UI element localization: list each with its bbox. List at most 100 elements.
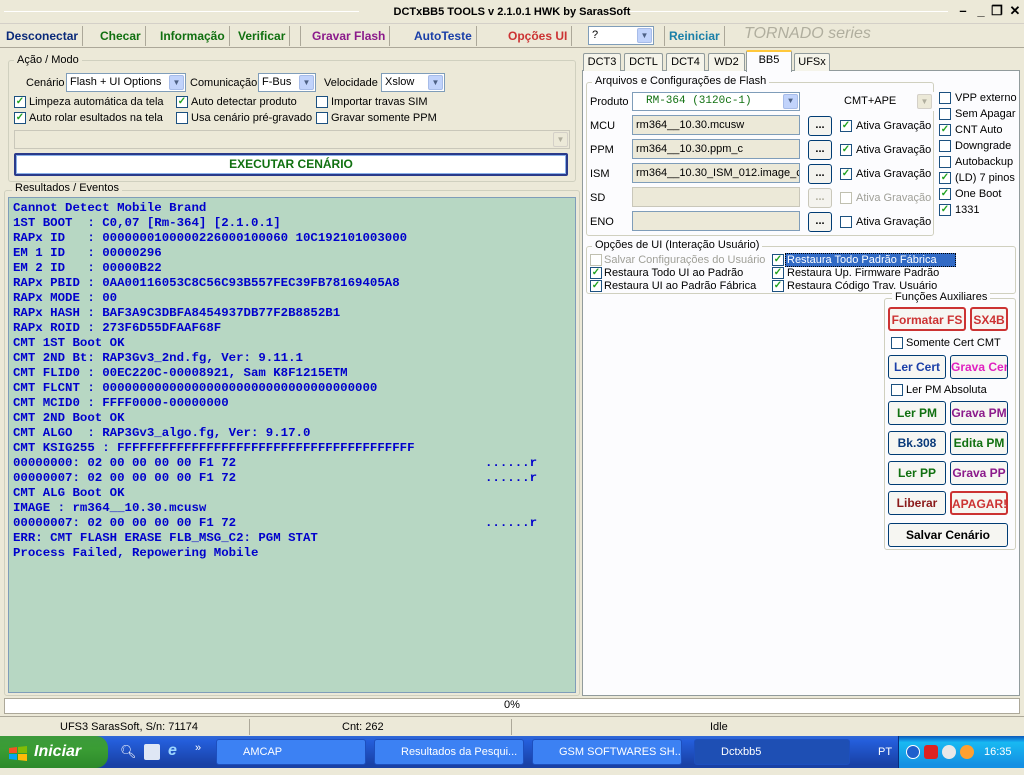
- cenario-value: Flash + UI Options: [70, 76, 162, 88]
- ism-field[interactable]: rm364__10.30_ISM_012.image_c: [632, 163, 800, 183]
- chevron-down-icon[interactable]: ▼: [169, 75, 184, 90]
- restaura-codigo-checkbox[interactable]: ✓: [772, 280, 784, 292]
- sx4b-button[interactable]: SX4B: [970, 307, 1008, 331]
- chevron-down-icon[interactable]: ▼: [299, 75, 314, 90]
- more-icon[interactable]: »: [195, 742, 201, 754]
- volume-icon[interactable]: [960, 745, 974, 759]
- tab-bb5[interactable]: BB5: [746, 50, 792, 72]
- ler-pm-button[interactable]: Ler PM: [888, 401, 946, 425]
- results-console[interactable]: Cannot Detect Mobile Brand 1ST BOOT : C0,…: [8, 197, 576, 693]
- cenario-pre-gravado-checkbox[interactable]: [176, 112, 188, 124]
- apagar-button[interactable]: APAGAR!: [950, 491, 1008, 515]
- autoteste-button[interactable]: AutoTeste: [410, 26, 477, 46]
- task-resultados[interactable]: Resultados da Pesqui...: [374, 739, 524, 765]
- grava-pp-button[interactable]: Grava PP: [950, 461, 1008, 485]
- restore-button[interactable]: ❐: [988, 4, 1006, 20]
- ppm-browse-button[interactable]: ...: [808, 140, 832, 160]
- chevron-down-icon[interactable]: ▼: [428, 75, 443, 90]
- desconectar-button[interactable]: Desconectar: [2, 26, 84, 46]
- vpp-externo-checkbox[interactable]: [939, 92, 951, 104]
- sd-field[interactable]: [632, 187, 800, 207]
- gravar-flash-button[interactable]: Gravar Flash: [308, 26, 391, 46]
- browser-icon[interactable]: e: [168, 742, 186, 760]
- grava-cert-button[interactable]: Grava Cert: [950, 355, 1008, 379]
- produto-select[interactable]: RM-364 (3120c-1) ▼: [632, 92, 800, 111]
- mcu-ativa-checkbox[interactable]: ✓: [840, 120, 852, 132]
- close-button[interactable]: ✕: [1006, 4, 1024, 20]
- console-line: CMT 2ND Boot OK: [13, 411, 125, 425]
- ism-ativa-checkbox[interactable]: ✓: [840, 168, 852, 180]
- chevron-down-icon[interactable]: ▼: [917, 94, 932, 109]
- bk308-button[interactable]: Bk.308: [888, 431, 946, 455]
- sd-ativa-checkbox[interactable]: [840, 192, 852, 204]
- tab-dctl[interactable]: DCTL: [624, 53, 663, 71]
- desktop-icon[interactable]: [144, 744, 160, 760]
- auto-rolar-checkbox[interactable]: ✓: [14, 112, 26, 124]
- shield-icon[interactable]: [924, 745, 938, 759]
- somente-cert-checkbox[interactable]: [891, 337, 903, 349]
- restaura-fabrica-checkbox[interactable]: ✓: [772, 254, 784, 266]
- cenario-select[interactable]: Flash + UI Options ▼: [66, 73, 186, 92]
- auto-detectar-checkbox[interactable]: ✓: [176, 96, 188, 108]
- mcu-browse-button[interactable]: ...: [808, 116, 832, 136]
- minimize-button[interactable]: –: [954, 4, 972, 20]
- importar-travas-checkbox[interactable]: [316, 96, 328, 108]
- ism-browse-button[interactable]: ...: [808, 164, 832, 184]
- network-icon[interactable]: [942, 745, 956, 759]
- liberar-button[interactable]: Liberar: [888, 491, 946, 515]
- tray-arrow-icon[interactable]: [906, 745, 920, 759]
- ler-cert-button[interactable]: Ler Cert: [888, 355, 946, 379]
- gravar-ppm-checkbox[interactable]: [316, 112, 328, 124]
- reiniciar-button[interactable]: Reiniciar: [664, 26, 725, 46]
- task-dctxbb5[interactable]: Dctxbb5: [694, 739, 850, 765]
- tab-ufsx[interactable]: UFSx: [794, 53, 830, 71]
- tab-dct3[interactable]: DCT3: [583, 53, 621, 71]
- cnt-auto-checkbox[interactable]: ✓: [939, 124, 951, 136]
- executar-cenario-button[interactable]: EXECUTAR CENÁRIO: [14, 153, 568, 176]
- cmt-select[interactable]: CMT+APE ▼: [840, 92, 934, 111]
- window-title: DCTxBB5 TOOLS v 2.1.0.1 HWK by SarasSoft: [393, 6, 631, 18]
- language-indicator[interactable]: PT: [878, 746, 892, 758]
- one-boot-checkbox[interactable]: ✓: [939, 188, 951, 200]
- velocidade-select[interactable]: Xslow ▼: [381, 73, 445, 92]
- comunicacao-select[interactable]: F-Bus ▼: [258, 73, 316, 92]
- chevron-down-icon[interactable]: ▼: [637, 28, 652, 43]
- limpeza-checkbox[interactable]: ✓: [14, 96, 26, 108]
- sem-apagar-checkbox[interactable]: [939, 108, 951, 120]
- edita-pm-button[interactable]: Edita PM: [950, 431, 1008, 455]
- ld-7-pinos-checkbox[interactable]: ✓: [939, 172, 951, 184]
- restaura-todo-ui-checkbox[interactable]: ✓: [590, 267, 602, 279]
- formatar-fs-button[interactable]: Formatar FS: [888, 307, 966, 331]
- restaura-firmware-checkbox[interactable]: ✓: [772, 267, 784, 279]
- task-gsm-softwares[interactable]: GSM SOFTWARES SH...: [532, 739, 682, 765]
- ppm-field[interactable]: rm364__10.30.ppm_c: [632, 139, 800, 159]
- ler-pp-button[interactable]: Ler PP: [888, 461, 946, 485]
- ler-pm-absoluta-checkbox[interactable]: [891, 384, 903, 396]
- help-select[interactable]: ? ▼: [588, 26, 654, 45]
- start-button[interactable]: Iniciar: [0, 736, 108, 768]
- opcoes-ui-button[interactable]: Opções UI: [504, 26, 573, 46]
- grava-pm-button[interactable]: Grava PM: [950, 401, 1008, 425]
- c1331-checkbox[interactable]: ✓: [939, 204, 951, 216]
- salvar-cenario-button[interactable]: Salvar Cenário: [888, 523, 1008, 547]
- ppm-ativa-checkbox[interactable]: ✓: [840, 144, 852, 156]
- salvar-config-checkbox[interactable]: [590, 254, 602, 266]
- checar-button[interactable]: Checar: [96, 26, 146, 46]
- search-icon[interactable]: 🔍︎: [120, 744, 137, 760]
- mcu-field[interactable]: rm364__10.30.mcusw: [632, 115, 800, 135]
- eno-field[interactable]: [632, 211, 800, 231]
- chevron-down-icon[interactable]: ▼: [783, 94, 798, 109]
- eno-browse-button[interactable]: ...: [808, 212, 832, 232]
- tab-dct4[interactable]: DCT4: [666, 53, 705, 71]
- restaura-ui-fabrica-checkbox[interactable]: ✓: [590, 280, 602, 292]
- autobackup-checkbox[interactable]: [939, 156, 951, 168]
- eno-ativa-checkbox[interactable]: [840, 216, 852, 228]
- tab-wd2[interactable]: WD2: [708, 53, 745, 71]
- task-amcap[interactable]: AMCAP: [216, 739, 366, 765]
- downgrade-checkbox[interactable]: [939, 140, 951, 152]
- chevron-down-icon[interactable]: ▼: [553, 132, 568, 147]
- informacao-button[interactable]: Informação: [156, 26, 230, 46]
- verificar-button[interactable]: Verificar: [234, 26, 291, 46]
- scenario-file-select[interactable]: ▼: [14, 130, 570, 149]
- sd-browse-button[interactable]: ...: [808, 188, 832, 208]
